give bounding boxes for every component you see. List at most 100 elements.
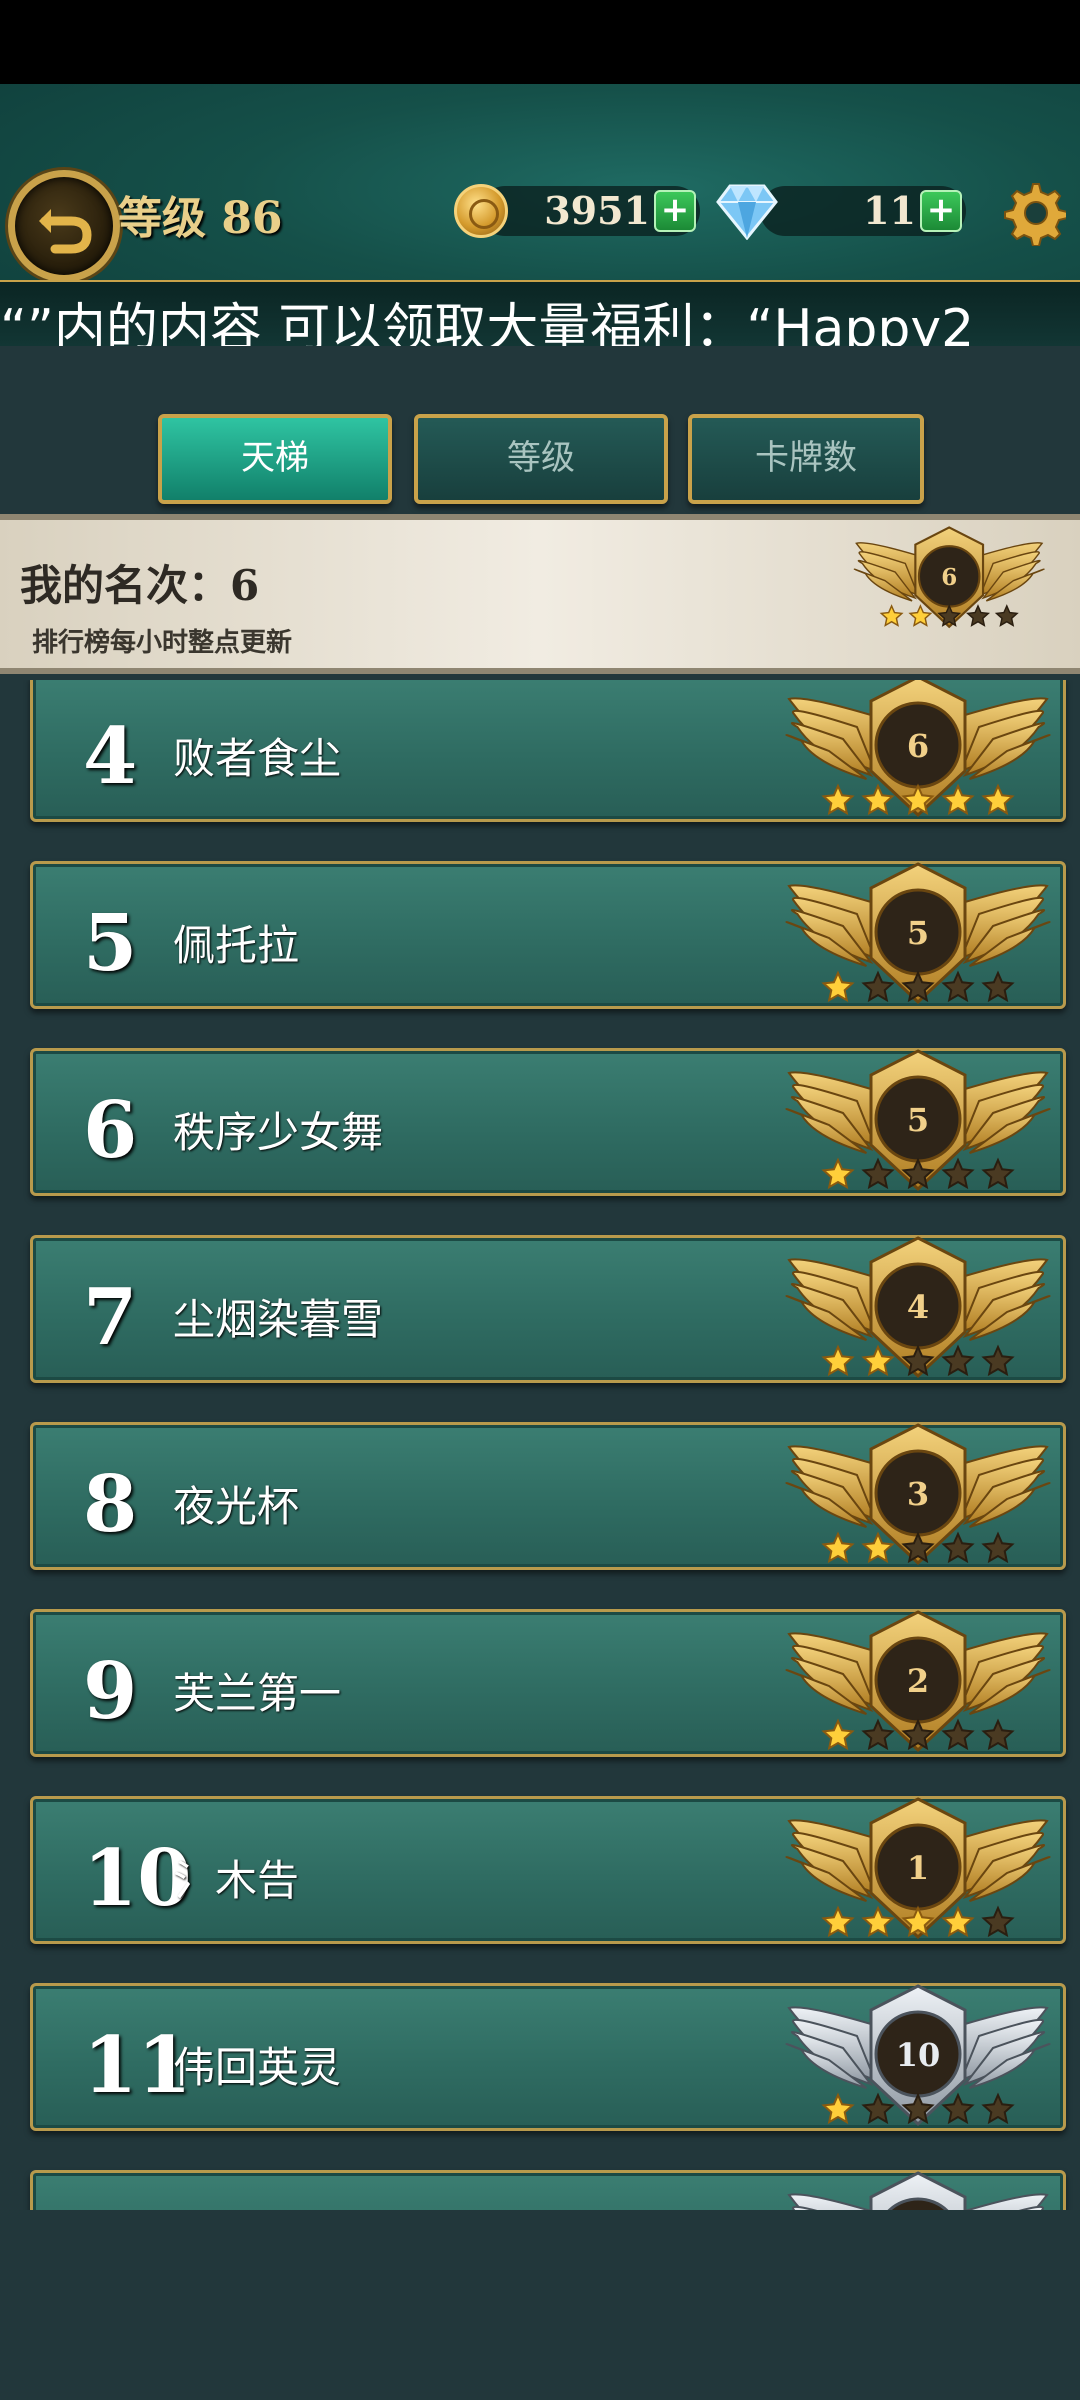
update-note: 排行榜每小时整点更新 <box>32 628 293 658</box>
empty-star-icon <box>981 1905 1015 1938</box>
gold-rank-emblem-icon: 2 <box>785 1610 1051 1753</box>
empty-star-icon <box>941 2092 975 2125</box>
empty-star-icon <box>941 1531 975 1564</box>
rank-tier-badge: 10 <box>783 1984 1053 2138</box>
leaderboard-row[interactable]: 10 氵木告 1 <box>30 1796 1066 1944</box>
empty-star-icon <box>981 2092 1015 2125</box>
my-rank-value: 6 <box>230 561 260 610</box>
add-gems-button[interactable]: + <box>920 190 962 232</box>
my-rank-badge: 6 <box>852 526 1046 638</box>
leaderboard-row[interactable]: 5 佩托拉 5 <box>30 861 1066 1009</box>
rank-number: 9 <box>83 1646 138 1737</box>
back-arrow-icon <box>39 209 92 254</box>
silver-rank-emblem-icon: 10 <box>785 1984 1051 2127</box>
rank-tier-badge: 6 <box>783 680 1053 829</box>
empty-star-icon <box>981 1344 1015 1377</box>
leaderboard-row[interactable]: 11 伟回英灵 10 <box>30 1983 1066 2131</box>
leaderboard-row[interactable]: 7 尘烟染暮雪 4 <box>30 1235 1066 1383</box>
filled-star-icon <box>861 783 895 816</box>
rank-tier-badge <box>783 2171 1053 2210</box>
add-coins-button[interactable]: + <box>654 190 696 232</box>
rank-tier-badge: 5 <box>783 1049 1053 1203</box>
rank-number: 7 <box>83 1272 138 1363</box>
filled-star-icon <box>879 604 904 627</box>
silver-rank-emblem-icon <box>787 2171 1049 2210</box>
my-rank-label: 我的名次： <box>20 561 231 610</box>
diamond-icon <box>716 184 778 240</box>
player-name: 氵木告 <box>173 1856 300 1905</box>
filled-star-icon <box>861 1531 895 1564</box>
gold-rank-emblem-icon: 3 <box>785 1423 1051 1566</box>
empty-star-icon <box>861 1157 895 1190</box>
coin-icon <box>454 184 508 238</box>
coin-count: 3951 <box>544 188 650 233</box>
filled-star-icon <box>941 1905 975 1938</box>
empty-star-icon <box>941 1157 975 1190</box>
player-name: 芙兰第一 <box>173 1669 342 1718</box>
player-name: 佩托拉 <box>173 921 300 970</box>
rank-number: 6 <box>83 1085 138 1176</box>
player-name: 伟回英灵 <box>173 2043 342 2092</box>
gold-rank-emblem-icon: 6 <box>853 526 1045 629</box>
filled-star-icon <box>821 2092 855 2125</box>
player-name: 夜光杯 <box>173 1482 300 1531</box>
empty-star-icon <box>981 970 1015 1003</box>
rank-number: 4 <box>83 711 138 802</box>
filled-star-icon <box>821 1718 855 1751</box>
rank-tier-badge: 4 <box>783 1236 1053 1390</box>
tier-number: 6 <box>941 564 957 591</box>
filled-star-icon <box>821 1531 855 1564</box>
filled-star-icon <box>821 970 855 1003</box>
leaderboard-row[interactable]: 9 芙兰第一 2 <box>30 1609 1066 1757</box>
gold-rank-emblem-icon: 5 <box>785 1049 1051 1192</box>
leaderboard-row[interactable]: 6 秩序少女舞 5 <box>30 1048 1066 1196</box>
leaderboard-row[interactable]: 4 败者食尘 6 <box>30 680 1066 822</box>
gold-rank-emblem-icon: 4 <box>785 1236 1051 1379</box>
empty-star-icon <box>941 1344 975 1377</box>
tier-number: 1 <box>907 1849 929 1887</box>
empty-star-icon <box>861 970 895 1003</box>
empty-star-icon <box>981 1157 1015 1190</box>
empty-star-icon <box>941 1718 975 1751</box>
gold-rank-emblem-icon: 1 <box>785 1797 1051 1940</box>
rank-tier-badge: 1 <box>783 1797 1053 1951</box>
gold-rank-emblem-icon: 6 <box>785 680 1051 818</box>
empty-star-icon <box>941 970 975 1003</box>
empty-star-icon <box>981 1531 1015 1564</box>
player-name: 尘烟染暮雪 <box>173 1295 384 1344</box>
tier-number: 6 <box>907 727 929 765</box>
tier-number: 5 <box>907 1101 929 1139</box>
gold-rank-emblem-icon: 5 <box>785 862 1051 1005</box>
tab-level[interactable]: 等级 <box>414 414 668 504</box>
player-name: 败者食尘 <box>173 734 342 783</box>
tier-number: 2 <box>907 1662 929 1700</box>
tier-number: 10 <box>896 2036 941 2074</box>
my-rank-title: 我的名次：6 <box>20 552 259 613</box>
filled-star-icon <box>821 1905 855 1938</box>
empty-star-icon <box>861 2092 895 2125</box>
settings-gear-icon[interactable] <box>1000 180 1066 246</box>
tab-ladder[interactable]: 天梯 <box>158 414 392 504</box>
leaderboard-row[interactable] <box>30 2170 1066 2210</box>
tab-card-count[interactable]: 卡牌数 <box>688 414 924 504</box>
filled-star-icon <box>821 783 855 816</box>
player-level: 等级 86 <box>118 193 283 244</box>
filled-star-icon <box>941 783 975 816</box>
empty-star-icon <box>966 604 990 627</box>
leaderboard-list: 4 败者食尘 6 5 佩托拉 5 6 秩序少女舞 5 7 尘烟染暮雪 4 8 夜光杯 3 9 芙兰第一 2 10 氵木… <box>0 680 1080 2210</box>
announcement-text: “”内的内容 可以领取大量福利：“Happy2 <box>0 299 975 346</box>
filled-star-icon <box>821 1157 855 1190</box>
filled-star-icon <box>861 1344 895 1377</box>
filled-star-icon <box>908 604 933 627</box>
leaderboard-row[interactable]: 8 夜光杯 3 <box>30 1422 1066 1570</box>
player-name: 秩序少女舞 <box>173 1108 384 1157</box>
back-button[interactable] <box>8 170 120 282</box>
filled-star-icon <box>821 1344 855 1377</box>
filled-star-icon <box>861 1905 895 1938</box>
tier-number: 3 <box>907 1475 929 1513</box>
empty-star-icon <box>994 604 1019 627</box>
status-bar <box>0 0 1080 84</box>
empty-star-icon <box>981 1718 1015 1751</box>
empty-star-icon <box>861 1718 895 1751</box>
tier-number: 5 <box>907 914 929 952</box>
